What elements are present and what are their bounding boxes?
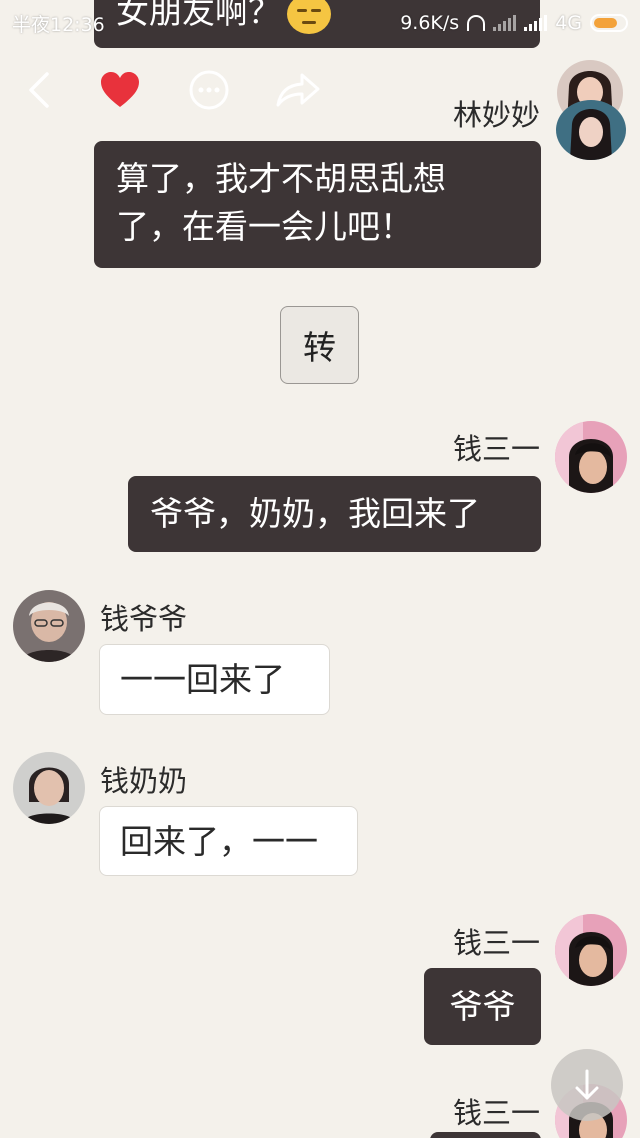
headphone-icon bbox=[467, 15, 486, 31]
message-text: 回来了，一一 bbox=[120, 822, 318, 861]
message-text-line: 了，在看一会儿吧！ bbox=[116, 207, 413, 246]
status-bar: 半夜12:36 9.6K/s 4G bbox=[0, 0, 640, 46]
message-text-line: 算了，我才不胡思乱想 bbox=[116, 159, 446, 198]
back-icon bbox=[29, 72, 49, 108]
message-text: 一一回来了 bbox=[120, 660, 285, 699]
avatar-qian-sanyi[interactable] bbox=[555, 914, 627, 986]
arrow-down-icon bbox=[575, 1069, 599, 1100]
sender-name: 钱三一 bbox=[452, 926, 540, 960]
network-type: 4G bbox=[555, 12, 582, 34]
toolbar bbox=[0, 62, 360, 118]
message-bubble[interactable]: 爷爷 bbox=[424, 968, 541, 1045]
message-text: 爷爷，奶奶，我回来了 bbox=[150, 494, 480, 533]
avatar-qian-sanyi[interactable] bbox=[555, 421, 627, 493]
message-bubble[interactable]: 爷爷，奶奶，我回来了 bbox=[128, 476, 541, 552]
avatar-grandma[interactable] bbox=[13, 752, 85, 824]
transfer-button[interactable]: 转 bbox=[280, 306, 359, 384]
share-button[interactable] bbox=[270, 62, 326, 118]
sender-name: 钱三一 bbox=[452, 1096, 540, 1130]
message-bubble[interactable]: 回来了，一一 bbox=[99, 806, 358, 876]
scroll-down-button[interactable] bbox=[551, 1049, 623, 1121]
message-text: 爷爷 bbox=[449, 987, 516, 1026]
battery-level bbox=[594, 18, 618, 28]
chat-screen: 女朋友啊？ 半夜12:36 9.6K/s 4G 林妙妙 算了，我才不胡思乱想 了… bbox=[0, 0, 640, 1138]
network-speed: 9.6K/s bbox=[400, 12, 460, 34]
message-bubble[interactable]: 算了，我才不胡思乱想 了，在看一会儿吧！ bbox=[94, 141, 541, 268]
sender-name: 钱爷爷 bbox=[100, 602, 188, 636]
back-button[interactable] bbox=[10, 62, 66, 118]
heart-icon bbox=[101, 72, 139, 107]
sender-name: 钱三一 bbox=[452, 432, 540, 466]
status-time: 半夜12:36 bbox=[12, 13, 105, 36]
avatar-grandpa[interactable] bbox=[13, 590, 85, 662]
like-button[interactable] bbox=[92, 62, 148, 118]
share-icon bbox=[276, 73, 320, 107]
avatar-lin[interactable] bbox=[556, 100, 626, 160]
signal-empty-icon bbox=[493, 15, 517, 31]
battery-icon bbox=[590, 14, 628, 32]
signal-icon bbox=[524, 15, 548, 31]
sender-name: 林妙妙 bbox=[452, 98, 540, 132]
message-bubble-partial bbox=[430, 1132, 541, 1138]
sender-name: 钱奶奶 bbox=[100, 764, 188, 798]
more-icon bbox=[189, 70, 229, 110]
more-button[interactable] bbox=[181, 62, 237, 118]
message-bubble[interactable]: 一一回来了 bbox=[99, 644, 330, 715]
